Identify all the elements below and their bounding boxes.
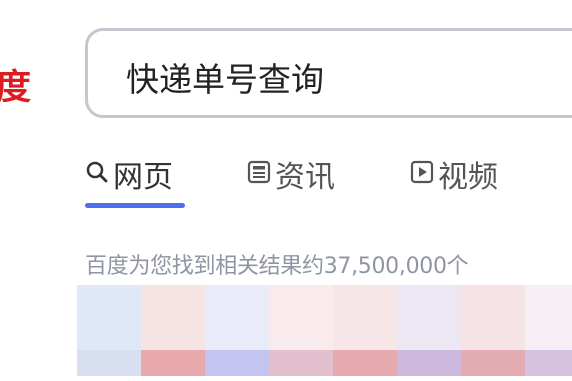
thumbnail-strip xyxy=(77,285,572,381)
thumbnail-cell-top xyxy=(269,285,333,350)
thumbnail-cell-bottom xyxy=(525,350,572,376)
baidu-search-page: 度 网页 资讯 xyxy=(0,0,572,381)
thumbnail-cell-top xyxy=(77,285,141,350)
thumbnail-cell-bottom xyxy=(205,350,269,376)
thumbnail-cell-bottom xyxy=(141,350,205,376)
tab-news-label: 资讯 xyxy=(275,160,335,195)
search-input[interactable] xyxy=(126,57,566,97)
thumbnail-cell-bottom xyxy=(397,350,461,376)
thumbnail-cell[interactable] xyxy=(141,285,205,381)
thumbnail-cell[interactable] xyxy=(333,285,397,381)
thumbnail-cell-top xyxy=(333,285,397,350)
thumbnail-cell-top xyxy=(141,285,205,350)
baidu-logo[interactable]: 度 xyxy=(0,66,31,110)
tab-news[interactable]: 资讯 xyxy=(247,150,335,198)
active-tab-indicator xyxy=(85,203,185,208)
tab-web[interactable]: 网页 xyxy=(85,150,173,198)
tab-web-label: 网页 xyxy=(113,160,173,195)
thumbnail-cell[interactable] xyxy=(269,285,333,381)
thumbnail-cell-bottom xyxy=(333,350,397,376)
thumbnail-cell[interactable] xyxy=(205,285,269,381)
thumbnail-cell-top xyxy=(525,285,572,350)
thumbnail-cell-top xyxy=(397,285,461,350)
thumbnail-cell-top xyxy=(461,285,525,350)
news-icon xyxy=(247,157,271,192)
thumbnail-cell-bottom xyxy=(269,350,333,376)
thumbnail-cell[interactable] xyxy=(461,285,525,381)
tab-video-label: 视频 xyxy=(438,160,498,195)
thumbnail-cell-top xyxy=(205,285,269,350)
thumbnail-cell[interactable] xyxy=(397,285,461,381)
search-box[interactable] xyxy=(85,28,572,118)
search-icon xyxy=(85,157,109,192)
thumbnail-cell[interactable] xyxy=(77,285,141,381)
result-count: 百度为您找到相关结果约37,500,000个 xyxy=(85,254,469,279)
video-play-icon xyxy=(410,157,434,192)
tab-video[interactable]: 视频 xyxy=(410,150,498,198)
thumbnail-cell-bottom xyxy=(77,350,141,376)
thumbnail-cell[interactable] xyxy=(525,285,572,381)
thumbnail-cell-bottom xyxy=(461,350,525,376)
